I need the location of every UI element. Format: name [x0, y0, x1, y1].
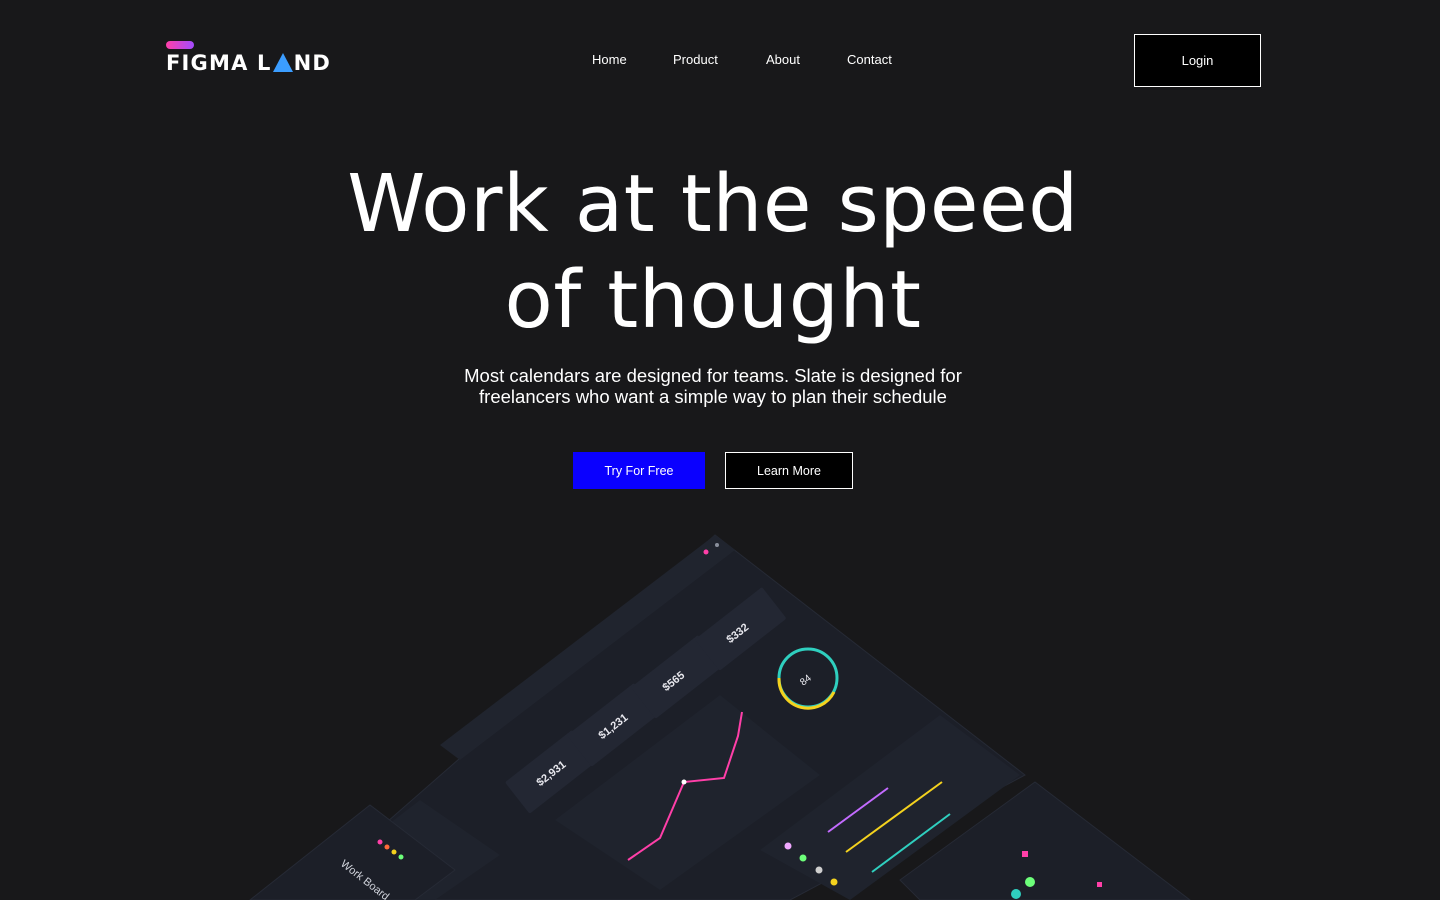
dashboard-mockup-image: $2,931 $1,231 $565 $332 84 Work Board: [249, 534, 1191, 900]
nav-contact[interactable]: Contact: [847, 52, 892, 68]
login-button[interactable]: Login: [1134, 34, 1261, 87]
main-dashboard-panel: $2,931 $1,231 $565 $332 84: [354, 534, 1026, 900]
hero-title-line-1: Work at the speed: [347, 158, 1079, 250]
hero-subtitle-line-2: freelancers who want a simple way to pla…: [479, 386, 947, 407]
nav-home[interactable]: Home: [592, 52, 673, 68]
hero-subtitle-line-1: Most calendars are designed for teams. S…: [464, 365, 962, 386]
dashboard-showcase: $2,931 $1,231 $565 $332 84 Work Board: [0, 520, 1440, 900]
main-nav: Home Product About Contact: [592, 52, 892, 68]
hero-subtitle: Most calendars are designed for teams. S…: [0, 365, 1426, 407]
hero-title-line-2: of thought: [504, 254, 922, 346]
logo-text: FIGMA L ND: [166, 51, 332, 75]
nav-product[interactable]: Product: [673, 52, 766, 68]
logo[interactable]: FIGMA L ND: [166, 41, 338, 75]
logo-accent-bar: [166, 41, 194, 49]
hero-title: Work at the speed of thought: [0, 156, 1426, 348]
try-for-free-button[interactable]: Try For Free: [573, 452, 705, 489]
menu-icon: [715, 543, 719, 547]
learn-more-button[interactable]: Learn More: [725, 452, 853, 489]
nav-about[interactable]: About: [766, 52, 847, 68]
avatar-dot: [703, 549, 709, 555]
logo-triangle-icon: [272, 53, 293, 72]
chart-point: [681, 779, 687, 785]
